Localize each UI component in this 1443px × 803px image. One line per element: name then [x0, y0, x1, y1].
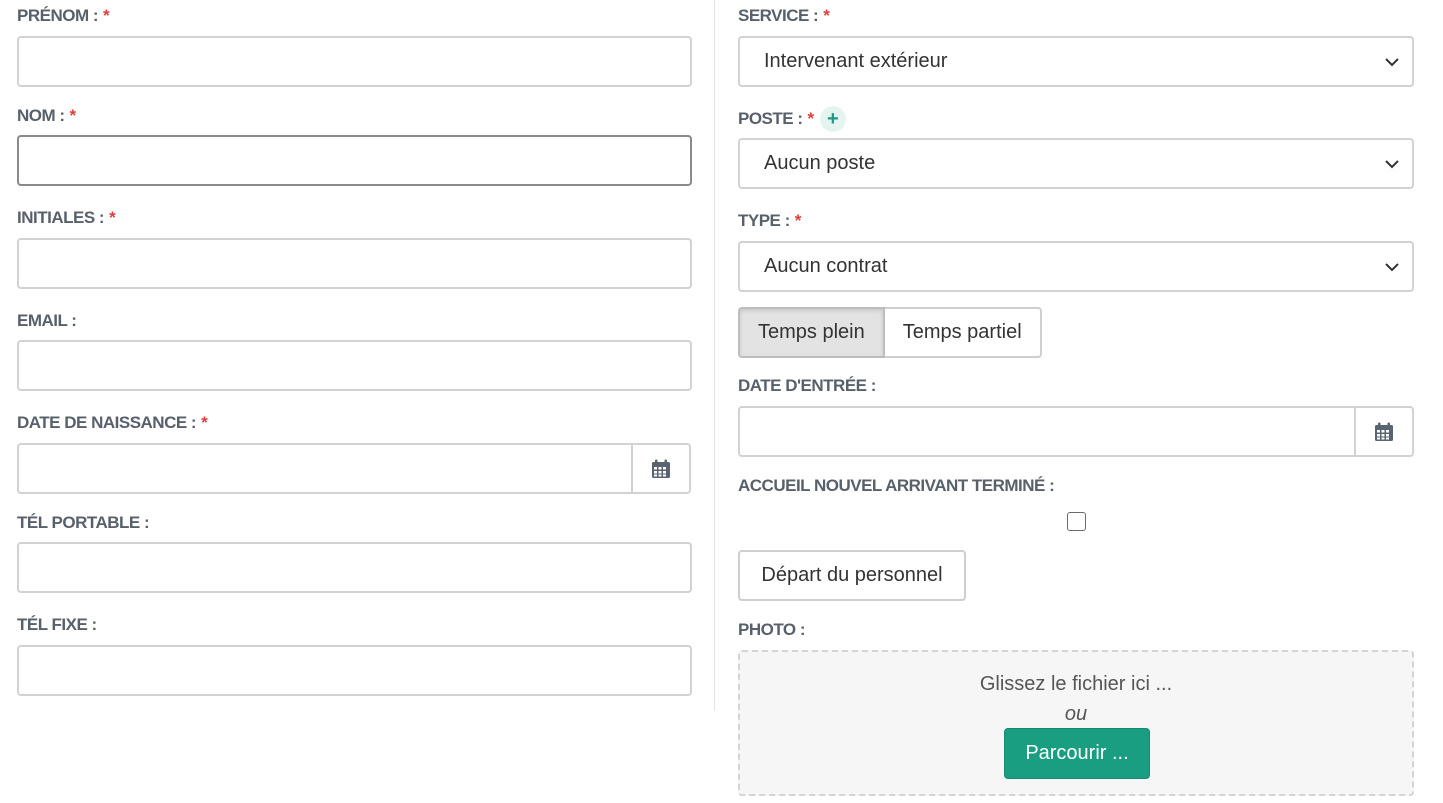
initiales-input[interactable]: [19, 240, 690, 287]
nom-field[interactable]: [17, 135, 692, 186]
accueil-label: ACCUEIL NOUVEL ARRIVANT TERMINÉ :: [738, 476, 1055, 495]
dropzone-text: Glissez le fichier ici ...: [979, 673, 1173, 695]
required-marker: *: [794, 211, 802, 230]
service-select[interactable]: Intervenant extérieur: [738, 36, 1414, 87]
required-marker: *: [109, 208, 116, 227]
tel-portable-field[interactable]: [17, 542, 692, 593]
poste-select[interactable]: Aucun poste: [738, 138, 1414, 189]
calendar-icon: [652, 459, 670, 478]
required-marker: *: [807, 109, 815, 128]
plus-icon: +: [827, 108, 839, 130]
initiales-label: INITIALES : *: [17, 208, 116, 227]
prenom-input[interactable]: [19, 38, 690, 85]
dropzone-or: ou: [1064, 703, 1088, 725]
date-entree-label: DATE D'ENTRÉE :: [738, 376, 876, 395]
photo-label: PHOTO :: [738, 620, 806, 639]
date-entree-calendar-button[interactable]: [1354, 408, 1412, 455]
type-label: TYPE : *: [738, 211, 802, 230]
date-naissance-calendar-button[interactable]: [631, 445, 689, 492]
temps-toggle-group: Temps plein Temps partiel: [738, 307, 1042, 358]
service-select-value: Intervenant extérieur: [764, 50, 948, 72]
tel-fixe-label: TÉL FIXE :: [17, 615, 97, 634]
date-entree-field: [738, 406, 1414, 457]
nom-input[interactable]: [19, 137, 690, 184]
chevron-down-icon: [1385, 262, 1399, 271]
required-marker: *: [823, 6, 830, 25]
type-select-value: Aucun contrat: [764, 255, 888, 277]
date-naissance-label: DATE DE NAISSANCE : *: [17, 413, 208, 432]
depart-personnel-button[interactable]: Départ du personnel: [738, 550, 966, 601]
nom-label: NOM : *: [17, 106, 77, 125]
chevron-down-icon: [1385, 57, 1399, 66]
temps-partiel-toggle[interactable]: Temps partiel: [884, 307, 1042, 358]
email-input[interactable]: [19, 342, 690, 389]
prenom-label: PRÉNOM : *: [17, 6, 110, 25]
tel-fixe-field[interactable]: [17, 645, 692, 696]
date-entree-input[interactable]: [740, 408, 1354, 455]
tel-fixe-input[interactable]: [19, 647, 690, 694]
chevron-down-icon: [1385, 159, 1399, 168]
prenom-field[interactable]: [17, 36, 692, 87]
required-marker: *: [201, 413, 208, 432]
tel-portable-input[interactable]: [19, 544, 690, 591]
type-select[interactable]: Aucun contrat: [738, 241, 1414, 292]
calendar-icon: [1375, 422, 1393, 441]
required-marker: *: [69, 106, 77, 125]
poste-label: POSTE : * +: [738, 106, 846, 132]
column-divider: [714, 0, 715, 711]
poste-select-value: Aucun poste: [764, 152, 876, 174]
required-marker: *: [103, 6, 110, 25]
tel-portable-label: TÉL PORTABLE :: [17, 513, 150, 532]
accueil-checkbox[interactable]: [1067, 512, 1086, 531]
initiales-field[interactable]: [17, 238, 692, 289]
email-label: EMAIL :: [17, 311, 77, 330]
photo-dropzone[interactable]: Glissez le fichier ici ... ou Parcourir …: [738, 650, 1414, 796]
date-naissance-input[interactable]: [19, 445, 631, 492]
service-label: SERVICE : *: [738, 6, 830, 25]
add-poste-button[interactable]: +: [819, 106, 846, 132]
email-field[interactable]: [17, 340, 692, 391]
browse-button[interactable]: Parcourir ...: [1004, 728, 1150, 779]
temps-plein-toggle[interactable]: Temps plein: [738, 307, 885, 358]
date-naissance-field: [17, 443, 691, 494]
